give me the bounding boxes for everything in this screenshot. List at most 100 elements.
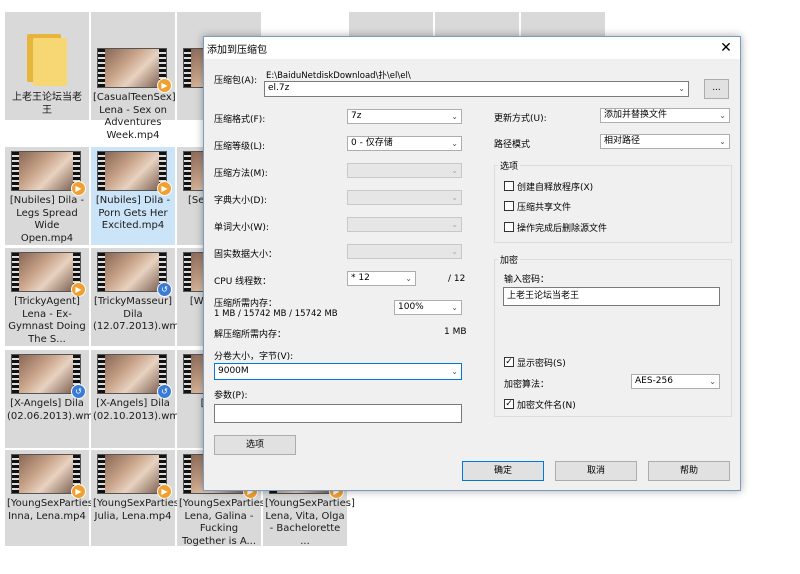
media-badge-icon: ▶ [71,484,86,499]
file-caption: [YoungSexParties] Inna, Lena.mp4 [7,498,97,522]
chevron-down-icon: ⌄ [451,193,458,202]
media-badge-icon: ↺ [157,282,172,297]
chevron-down-icon: ⌄ [405,274,412,283]
chevron-down-icon: ⌄ [678,84,685,93]
chevron-down-icon: ⌄ [709,377,716,386]
level-select[interactable]: 0 - 仅存储 ⌄ [347,136,462,151]
chevron-down-icon: ⌄ [451,166,458,175]
media-badge-icon: ▶ [71,181,86,196]
video-file-item[interactable]: ↺ [X-Angels] Dila (02.10.2013).wmv [91,350,186,448]
format-label: 压缩格式(F): [214,115,266,125]
format-select[interactable]: 7z ⌄ [347,109,462,124]
chevron-down-icon: ⌄ [451,303,458,312]
file-caption: [Nubiles] Dila - Porn Gets Her Excited.m… [95,195,171,231]
file-caption: [TrickyMasseur] Dila (12.07.2013).wmv [93,296,186,332]
encryption-method-value: AES-256 [635,376,673,386]
encryption-method-select[interactable]: AES-256 ⌄ [631,374,720,389]
video-file-item[interactable]: ↺ [TrickyMasseur] Dila (12.07.2013).wmv [91,248,186,346]
file-caption: [X-Angels] Dila (02.10.2013).wmv [93,398,186,422]
memory-compress-detail: 1 MB / 15742 MB / 15742 MB [214,309,338,319]
split-size-label: 分卷大小，字节(V): [214,352,294,362]
method-label: 压缩方法(M): [214,169,268,179]
chevron-down-icon: ⌄ [451,247,458,256]
parameters-label: 参数(P): [214,391,248,401]
method-select: ⌄ [347,163,462,178]
sfx-label: 创建自释放程序(X) [517,183,594,193]
memory-percent-select[interactable]: 100% ⌄ [394,300,462,315]
options-button[interactable]: 选项 [214,435,296,455]
update-mode-value: 添加并替换文件 [604,110,668,120]
chevron-down-icon: ⌄ [451,220,458,229]
add-to-archive-dialog: 添加到压缩包 ✕ 压缩包(A): E:\BaiduNetdiskDownload… [203,36,741,491]
file-caption: [TrickyAgent] Lena - Ex-Gymnast Doing Th… [8,296,86,345]
encrypt-names-label: 加密文件名(N) [517,401,576,411]
archive-name-value: el.7z [268,83,290,93]
update-mode-label: 更新方式(U): [494,114,547,124]
ok-button[interactable]: 确定 [462,461,544,481]
dialog-title: 添加到压缩包 [207,45,267,56]
folder-item[interactable]: 上老王论坛当老 王 [5,12,89,120]
password-input[interactable]: 上老王论坛当老王 [503,287,720,306]
chevron-down-icon: ⌄ [719,111,726,120]
video-file-item[interactable]: ▶ [Nubiles] Dila - Legs Spread Wide Open.… [5,147,89,245]
encrypt-names-checkbox[interactable]: ✓ [504,399,514,409]
level-value: 0 - 仅存储 [351,138,393,148]
archive-label: 压缩包(A): [214,76,258,86]
close-icon[interactable]: ✕ [716,38,736,58]
browse-button[interactable]: ... [704,79,729,99]
media-badge-icon: ↺ [157,384,172,399]
sfx-checkbox[interactable] [504,181,514,191]
solid-size-select: ⌄ [347,244,462,259]
media-badge-icon: ▶ [157,181,172,196]
chevron-down-icon: ⌄ [451,112,458,121]
video-file-item[interactable]: ↺ [X-Angels] Dila (02.06.2013).wmv [5,350,100,448]
split-size-value: 9000M [218,366,249,376]
media-badge-icon: ▶ [157,484,172,499]
shared-files-checkbox[interactable] [504,201,514,211]
level-label: 压缩等级(L): [214,142,266,152]
dictionary-select: ⌄ [347,190,462,205]
cancel-button[interactable]: 取消 [555,461,637,481]
file-caption: [CasualTeenSex] Lena - Sex on Adventures… [93,92,176,141]
video-file-item[interactable]: ▶ [YoungSexParties] Inna, Lena.mp4 [5,450,97,546]
show-password-checkbox[interactable]: ✓ [504,357,514,367]
archive-directory: E:\BaiduNetdiskDownload\扑\el\el\ [266,71,411,81]
delete-after-label: 操作完成后删除源文件 [517,224,608,234]
solid-size-label: 固实数据大小： [214,250,278,260]
path-mode-value: 相对路径 [604,136,641,146]
word-size-label: 单词大小(W): [214,223,269,233]
show-password-label: 显示密码(S) [517,359,566,369]
chevron-down-icon: ⌄ [451,367,458,376]
media-badge-icon: ▶ [71,282,86,297]
cpu-threads-total: / 12 [448,274,466,284]
split-size-combo[interactable]: 9000M ⌄ [214,363,462,380]
path-mode-label: 路径模式 [494,140,531,150]
dictionary-label: 字典大小(D): [214,196,267,206]
video-file-item[interactable]: ▶ [TrickyAgent] Lena - Ex-Gymnast Doing T… [5,248,89,346]
delete-after-checkbox[interactable] [504,222,514,232]
video-file-item[interactable]: ▶ [CasualTeenSex] Lena - Sex on Adventure… [91,12,176,141]
update-mode-select[interactable]: 添加并替换文件 ⌄ [600,108,730,123]
help-button[interactable]: 帮助 [648,461,730,481]
file-caption: [YoungSexParties] Julia, Lena.mp4 [93,498,183,522]
dialog-titlebar: 添加到压缩包 ✕ [204,37,740,59]
video-file-item[interactable]: ▶ [YoungSexParties] Julia, Lena.mp4 [91,450,183,546]
memory-decompress-value: 1 MB [444,327,467,337]
file-caption: [X-Angels] Dila (02.06.2013).wmv [7,398,100,422]
format-value: 7z [351,111,362,121]
media-badge-icon: ↺ [71,384,86,399]
file-caption: 上老王论坛当老 王 [12,92,82,116]
file-caption: [YoungSexParties] Lena, Vita, Olga - Bac… [265,498,355,547]
path-mode-select[interactable]: 相对路径 ⌄ [600,134,730,149]
cpu-threads-select[interactable]: * 12 ⌄ [347,271,416,286]
video-file-item[interactable]: ▶ [Nubiles] Dila - Porn Gets Her Excited.… [91,147,175,245]
encryption-method-label: 加密算法： [504,380,550,390]
shared-files-label: 压缩共享文件 [517,203,572,213]
parameters-input[interactable] [214,404,462,423]
password-label: 输入密码： [504,275,550,285]
file-caption: [Nubiles] Dila - Legs Spread Wide Open.m… [9,195,85,244]
options-group-label: 选项 [498,159,521,172]
archive-name-combo[interactable]: el.7z ⌄ [264,81,689,97]
file-caption: [YoungSexParties] Lena, Galina - Fucking… [179,498,269,547]
encryption-group-label: 加密 [498,253,521,266]
